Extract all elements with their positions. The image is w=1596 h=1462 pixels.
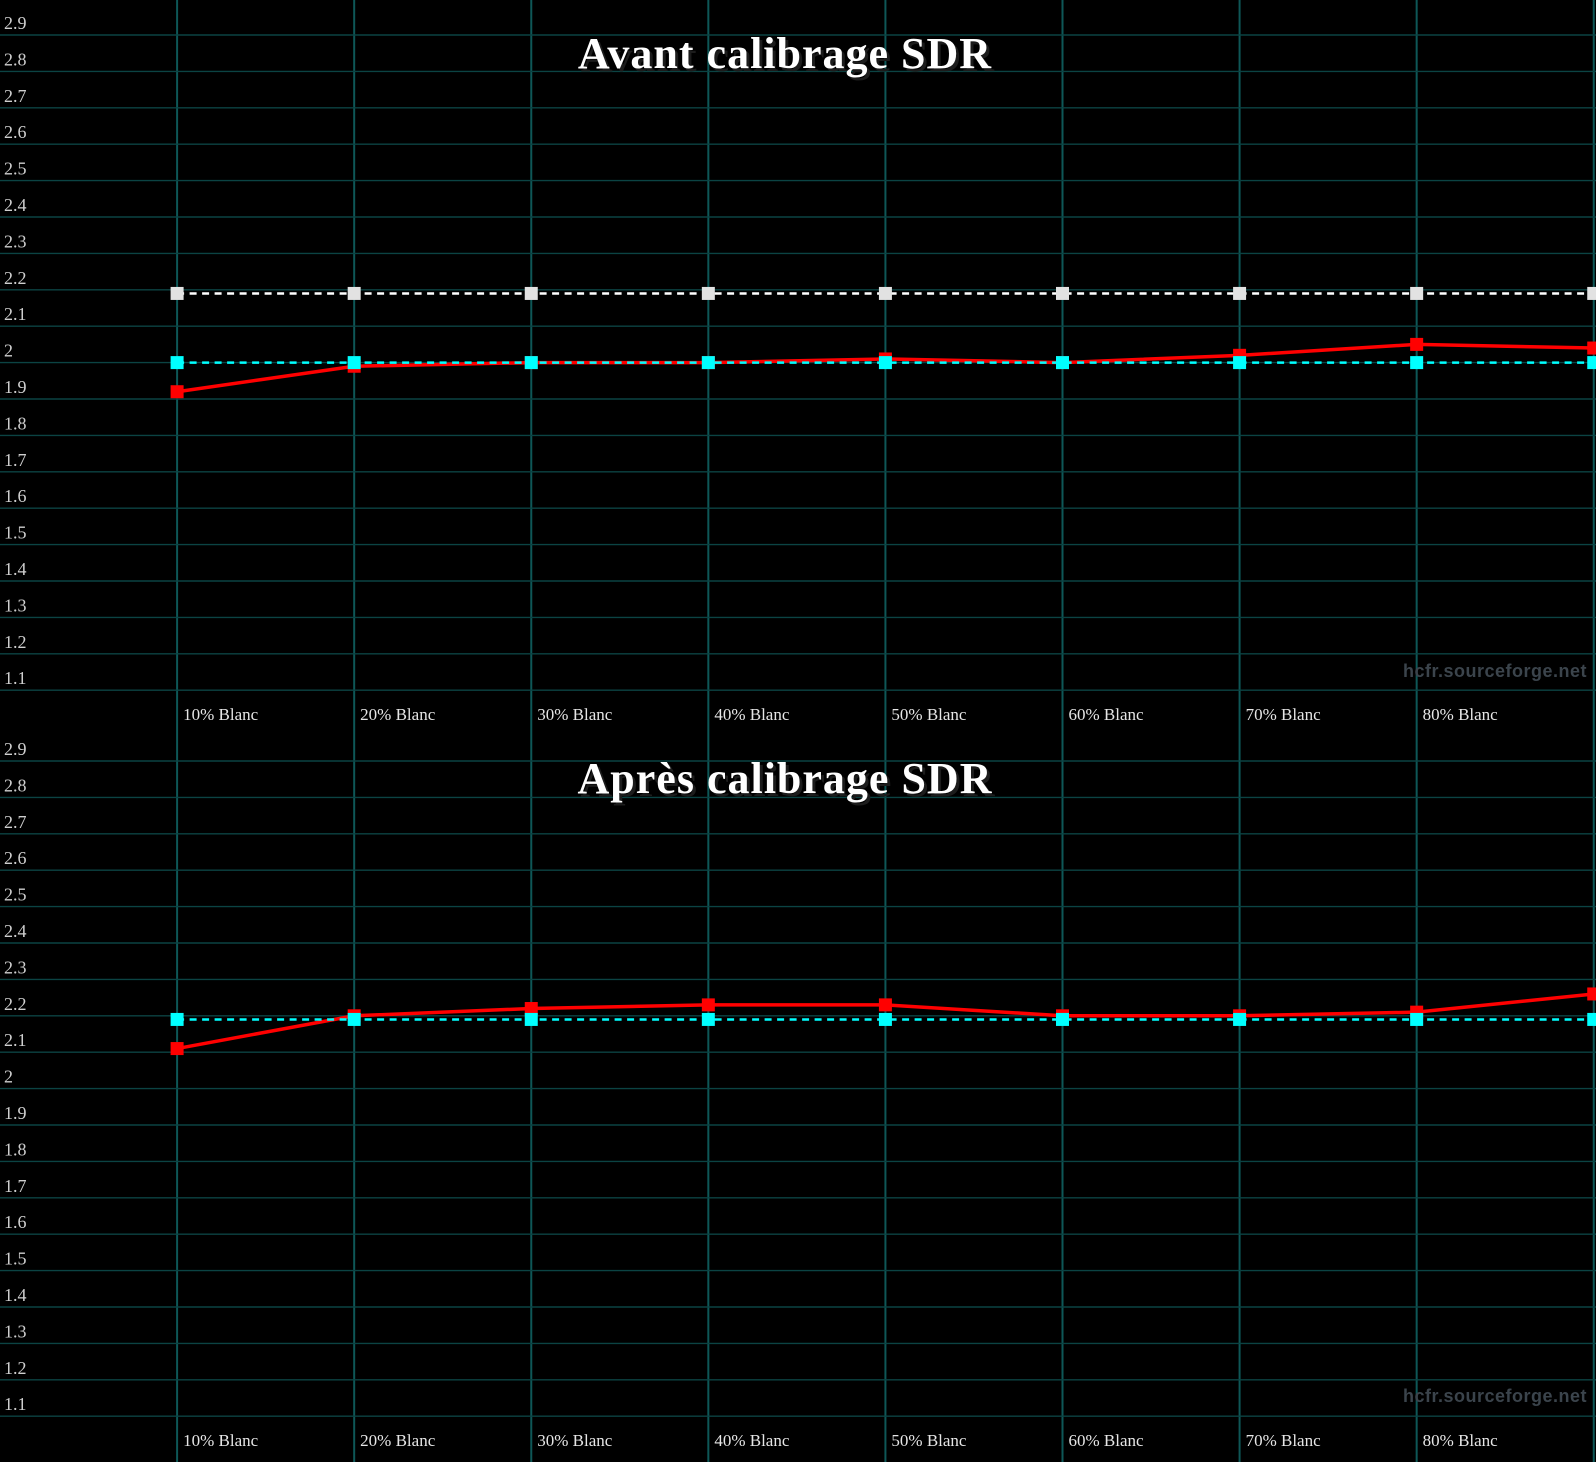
y-axis-tick-label: 1.3 bbox=[4, 1321, 27, 1341]
x-axis-tick-label: 80% Blanc bbox=[1423, 1431, 1499, 1450]
hcfr-watermark-top: hcfr.sourceforge.net bbox=[1403, 661, 1587, 682]
data-point-marker-gamma-mesure bbox=[171, 385, 184, 398]
y-axis-tick-label: 1.6 bbox=[4, 486, 27, 506]
y-axis-tick-label: 1.6 bbox=[4, 1212, 27, 1232]
data-point-marker-gamma-moyen bbox=[1587, 356, 1596, 369]
data-point-marker-gamma-mesure bbox=[1410, 338, 1423, 351]
y-axis-tick-label: 1.5 bbox=[4, 1249, 27, 1269]
data-point-marker-gamma-reference bbox=[1410, 287, 1423, 300]
data-point-marker-gamma-mesure bbox=[702, 998, 715, 1011]
y-axis-tick-label: 2.2 bbox=[4, 268, 27, 288]
x-axis-tick-label: 30% Blanc bbox=[537, 705, 613, 724]
data-point-marker-gamma-reference bbox=[171, 287, 184, 300]
chart-2-plot: 2.92.82.72.62.52.42.32.22.121.91.81.71.6… bbox=[0, 739, 1596, 1450]
y-axis-tick-label: 1.4 bbox=[4, 559, 27, 579]
data-point-marker-gamma-reference bbox=[525, 287, 538, 300]
data-point-marker-gamma-mesure bbox=[1587, 342, 1596, 355]
x-axis-tick-label: 80% Blanc bbox=[1423, 705, 1499, 724]
x-axis-tick-label: 20% Blanc bbox=[360, 1431, 436, 1450]
x-axis-tick-label: 50% Blanc bbox=[891, 1431, 967, 1450]
data-point-marker-gamma-moyen bbox=[702, 1013, 715, 1026]
data-point-marker-gamma-mesure bbox=[171, 1042, 184, 1055]
data-point-marker-gamma-reference bbox=[879, 287, 892, 300]
y-axis-tick-label: 2.1 bbox=[4, 1030, 27, 1050]
data-point-marker-gamma-reference bbox=[702, 287, 715, 300]
hcfr-watermark-bottom: hcfr.sourceforge.net bbox=[1403, 1386, 1587, 1407]
y-axis-tick-label: 1.8 bbox=[4, 1139, 27, 1159]
y-axis-tick-label: 1.4 bbox=[4, 1285, 27, 1305]
data-point-marker-gamma-moyen bbox=[1233, 1013, 1246, 1026]
y-axis-tick-label: 1.3 bbox=[4, 595, 27, 615]
y-axis-tick-label: 1.9 bbox=[4, 377, 27, 397]
data-point-marker-gamma-reference bbox=[1233, 287, 1246, 300]
x-axis-tick-label: 30% Blanc bbox=[537, 1431, 613, 1450]
y-axis-tick-label: 1.9 bbox=[4, 1103, 27, 1123]
chart-title-avant-calibrage: Avant calibrage SDR bbox=[0, 28, 1570, 79]
data-point-marker-gamma-moyen bbox=[1056, 356, 1069, 369]
y-axis-tick-label: 2 bbox=[4, 1067, 13, 1087]
y-axis-tick-label: 2.4 bbox=[4, 921, 27, 941]
y-axis-tick-label: 1.1 bbox=[4, 1394, 27, 1414]
data-point-marker-gamma-moyen bbox=[171, 356, 184, 369]
data-point-marker-gamma-moyen bbox=[171, 1013, 184, 1026]
y-axis-tick-label: 2.6 bbox=[4, 848, 27, 868]
data-point-marker-gamma-moyen bbox=[702, 356, 715, 369]
y-axis-tick-label: 1.2 bbox=[4, 1358, 27, 1378]
data-point-marker-gamma-mesure bbox=[1587, 987, 1596, 1000]
data-point-marker-gamma-mesure bbox=[879, 998, 892, 1011]
data-point-marker-gamma-moyen bbox=[879, 356, 892, 369]
y-axis-tick-label: 2.3 bbox=[4, 231, 27, 251]
y-axis-tick-label: 2.7 bbox=[4, 86, 27, 106]
x-axis-tick-label: 70% Blanc bbox=[1246, 705, 1322, 724]
data-point-marker-gamma-moyen bbox=[1410, 356, 1423, 369]
x-axis-tick-label: 10% Blanc bbox=[183, 705, 259, 724]
data-point-marker-gamma-moyen bbox=[525, 1013, 538, 1026]
data-point-marker-gamma-moyen bbox=[525, 356, 538, 369]
y-axis-tick-label: 2.3 bbox=[4, 957, 27, 977]
data-point-marker-gamma-reference bbox=[1056, 287, 1069, 300]
series-gamma-reference bbox=[171, 287, 1596, 300]
gamma-calibration-page: 2.92.82.72.62.52.42.32.22.121.91.81.71.6… bbox=[0, 0, 1596, 1462]
x-axis-tick-label: 70% Blanc bbox=[1246, 1431, 1322, 1450]
data-point-marker-gamma-reference bbox=[348, 287, 361, 300]
chart-title-apres-calibrage: Après calibrage SDR bbox=[0, 753, 1570, 804]
data-point-marker-gamma-moyen bbox=[348, 356, 361, 369]
y-axis-tick-label: 1.2 bbox=[4, 632, 27, 652]
data-point-marker-gamma-moyen bbox=[1233, 356, 1246, 369]
data-point-marker-gamma-moyen bbox=[1056, 1013, 1069, 1026]
data-point-marker-gamma-moyen bbox=[879, 1013, 892, 1026]
y-axis-tick-label: 1.8 bbox=[4, 413, 27, 433]
x-axis-tick-label: 60% Blanc bbox=[1069, 1431, 1145, 1450]
data-point-marker-gamma-moyen bbox=[348, 1013, 361, 1026]
y-axis-tick-label: 2 bbox=[4, 341, 13, 361]
data-point-marker-gamma-moyen bbox=[1410, 1013, 1423, 1026]
data-point-marker-gamma-moyen bbox=[1587, 1013, 1596, 1026]
grid-vertical-lines bbox=[177, 0, 1594, 1462]
y-axis-tick-label: 1.5 bbox=[4, 523, 27, 543]
x-axis-tick-label: 20% Blanc bbox=[360, 705, 436, 724]
y-axis-tick-label: 2.1 bbox=[4, 304, 27, 324]
y-axis-tick-label: 2.5 bbox=[4, 159, 27, 179]
x-axis-tick-label: 40% Blanc bbox=[714, 705, 790, 724]
y-axis-tick-label: 2.4 bbox=[4, 195, 27, 215]
y-axis-tick-label: 1.1 bbox=[4, 668, 27, 688]
gamma-chart-canvas: 2.92.82.72.62.52.42.32.22.121.91.81.71.6… bbox=[0, 0, 1596, 1462]
x-axis-tick-label: 10% Blanc bbox=[183, 1431, 259, 1450]
y-axis-tick-label: 1.7 bbox=[4, 450, 27, 470]
y-axis-tick-label: 1.7 bbox=[4, 1176, 27, 1196]
x-axis-tick-label: 50% Blanc bbox=[891, 705, 967, 724]
chart-1-plot: 2.92.82.72.62.52.42.32.22.121.91.81.71.6… bbox=[0, 13, 1596, 724]
y-axis-tick-label: 2.6 bbox=[4, 122, 27, 142]
y-axis-tick-label: 2.2 bbox=[4, 994, 27, 1014]
x-axis-tick-label: 60% Blanc bbox=[1069, 705, 1145, 724]
data-point-marker-gamma-reference bbox=[1587, 287, 1596, 300]
y-axis-tick-label: 2.7 bbox=[4, 812, 27, 832]
x-axis-tick-label: 40% Blanc bbox=[714, 1431, 790, 1450]
y-axis-tick-label: 2.5 bbox=[4, 885, 27, 905]
